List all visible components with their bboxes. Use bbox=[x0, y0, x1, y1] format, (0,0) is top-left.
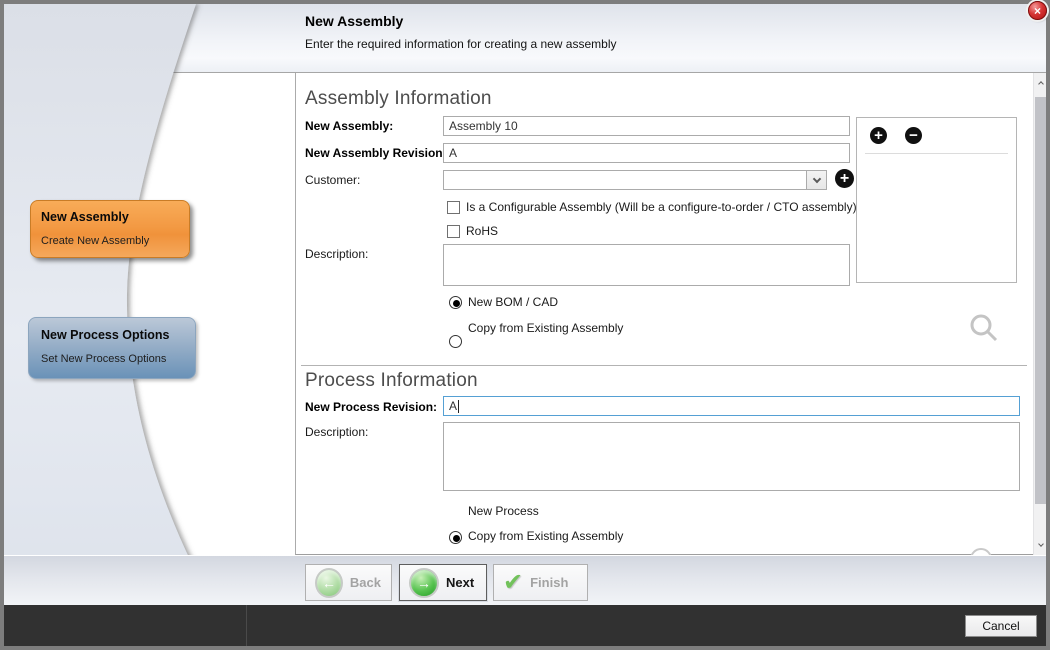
customer-dropdown[interactable] bbox=[443, 170, 827, 190]
copy-existing-assembly-radio[interactable] bbox=[449, 335, 462, 348]
page-subtitle: Enter the required information for creat… bbox=[305, 37, 617, 51]
wizard-button-bar: ← Back → Next ✔ Finish bbox=[4, 555, 1046, 605]
vertical-scrollbar[interactable] bbox=[1033, 73, 1046, 555]
attachment-add-button[interactable]: + bbox=[870, 127, 887, 144]
step-title: New Assembly bbox=[41, 210, 179, 224]
copy-existing-assembly-radio-label: Copy from Existing Assembly bbox=[468, 321, 623, 335]
section-divider bbox=[301, 365, 1027, 366]
close-icon: × bbox=[1034, 5, 1041, 17]
attachment-remove-button[interactable]: − bbox=[905, 127, 922, 144]
back-button[interactable]: ← Back bbox=[305, 564, 392, 601]
attachment-separator bbox=[865, 153, 1008, 154]
scrollbar-thumb[interactable] bbox=[1035, 97, 1046, 504]
plus-icon: + bbox=[874, 128, 883, 143]
rohs-checkbox-label: RoHS bbox=[466, 224, 498, 238]
next-arrow-icon: → bbox=[409, 568, 439, 598]
chevron-down-icon bbox=[812, 175, 820, 183]
assembly-description-label: Description: bbox=[305, 247, 368, 261]
bottom-bar bbox=[4, 605, 1046, 646]
bottom-bar-divider bbox=[246, 605, 247, 646]
add-customer-button[interactable]: + bbox=[835, 169, 854, 188]
wizard-window: New Assembly Enter the required informat… bbox=[4, 4, 1046, 646]
sidebar-curve bbox=[4, 4, 234, 605]
new-assembly-revision-input[interactable] bbox=[443, 143, 850, 163]
process-copy-existing-radio-label: Copy from Existing Assembly bbox=[468, 529, 623, 543]
page-title: New Assembly bbox=[305, 13, 403, 29]
plus-icon: + bbox=[840, 171, 849, 187]
new-process-revision-input[interactable] bbox=[443, 396, 1020, 416]
step-card-new-assembly[interactable]: New Assembly Create New Assembly bbox=[30, 200, 190, 258]
new-process-radio[interactable] bbox=[449, 531, 462, 544]
assembly-description-textarea[interactable] bbox=[443, 244, 850, 286]
close-button[interactable]: × bbox=[1028, 1, 1047, 20]
process-section-heading: Process Information bbox=[305, 370, 478, 392]
next-button-label: Next bbox=[446, 575, 474, 590]
new-bom-cad-radio[interactable] bbox=[449, 296, 462, 309]
process-description-label: Description: bbox=[305, 425, 368, 439]
new-assembly-label: New Assembly: bbox=[305, 119, 393, 133]
customer-label: Customer: bbox=[305, 173, 360, 187]
scroll-down-button[interactable] bbox=[1034, 535, 1046, 555]
new-process-radio-label: New Process bbox=[468, 504, 539, 518]
back-arrow-icon: ← bbox=[315, 568, 343, 598]
chevron-down-icon bbox=[1038, 541, 1044, 547]
new-process-revision-label: New Process Revision: bbox=[305, 400, 437, 414]
rohs-checkbox[interactable] bbox=[447, 225, 460, 238]
cancel-button[interactable]: Cancel bbox=[965, 615, 1037, 637]
assembly-section-heading: Assembly Information bbox=[305, 88, 492, 110]
process-description-textarea[interactable] bbox=[443, 422, 1020, 491]
configurable-assembly-checkbox-label: Is a Configurable Assembly (Will be a co… bbox=[466, 200, 857, 214]
step-subtitle: Create New Assembly bbox=[41, 235, 179, 247]
search-assembly-icon[interactable] bbox=[968, 312, 1000, 344]
new-assembly-revision-label: New Assembly Revision: bbox=[305, 146, 447, 160]
minus-icon: − bbox=[909, 128, 918, 143]
finish-check-icon: ✔ bbox=[503, 568, 523, 597]
attachment-list-panel: + − bbox=[856, 117, 1017, 283]
back-button-label: Back bbox=[350, 575, 381, 590]
step-card-new-process-options[interactable]: New Process Options Set New Process Opti… bbox=[28, 317, 196, 379]
new-bom-cad-radio-label: New BOM / CAD bbox=[468, 295, 558, 309]
chevron-up-icon bbox=[1038, 81, 1044, 87]
scroll-up-button[interactable] bbox=[1034, 73, 1046, 93]
next-button[interactable]: → Next bbox=[399, 564, 487, 601]
step-title: New Process Options bbox=[41, 328, 183, 342]
text-cursor bbox=[458, 400, 459, 413]
step-subtitle: Set New Process Options bbox=[41, 353, 183, 365]
finish-button[interactable]: ✔ Finish bbox=[493, 564, 588, 601]
cancel-button-label: Cancel bbox=[982, 619, 1019, 633]
customer-dropdown-button[interactable] bbox=[806, 171, 826, 189]
configurable-assembly-checkbox[interactable] bbox=[447, 201, 460, 214]
new-assembly-input[interactable] bbox=[443, 116, 850, 136]
finish-button-label: Finish bbox=[530, 575, 568, 590]
